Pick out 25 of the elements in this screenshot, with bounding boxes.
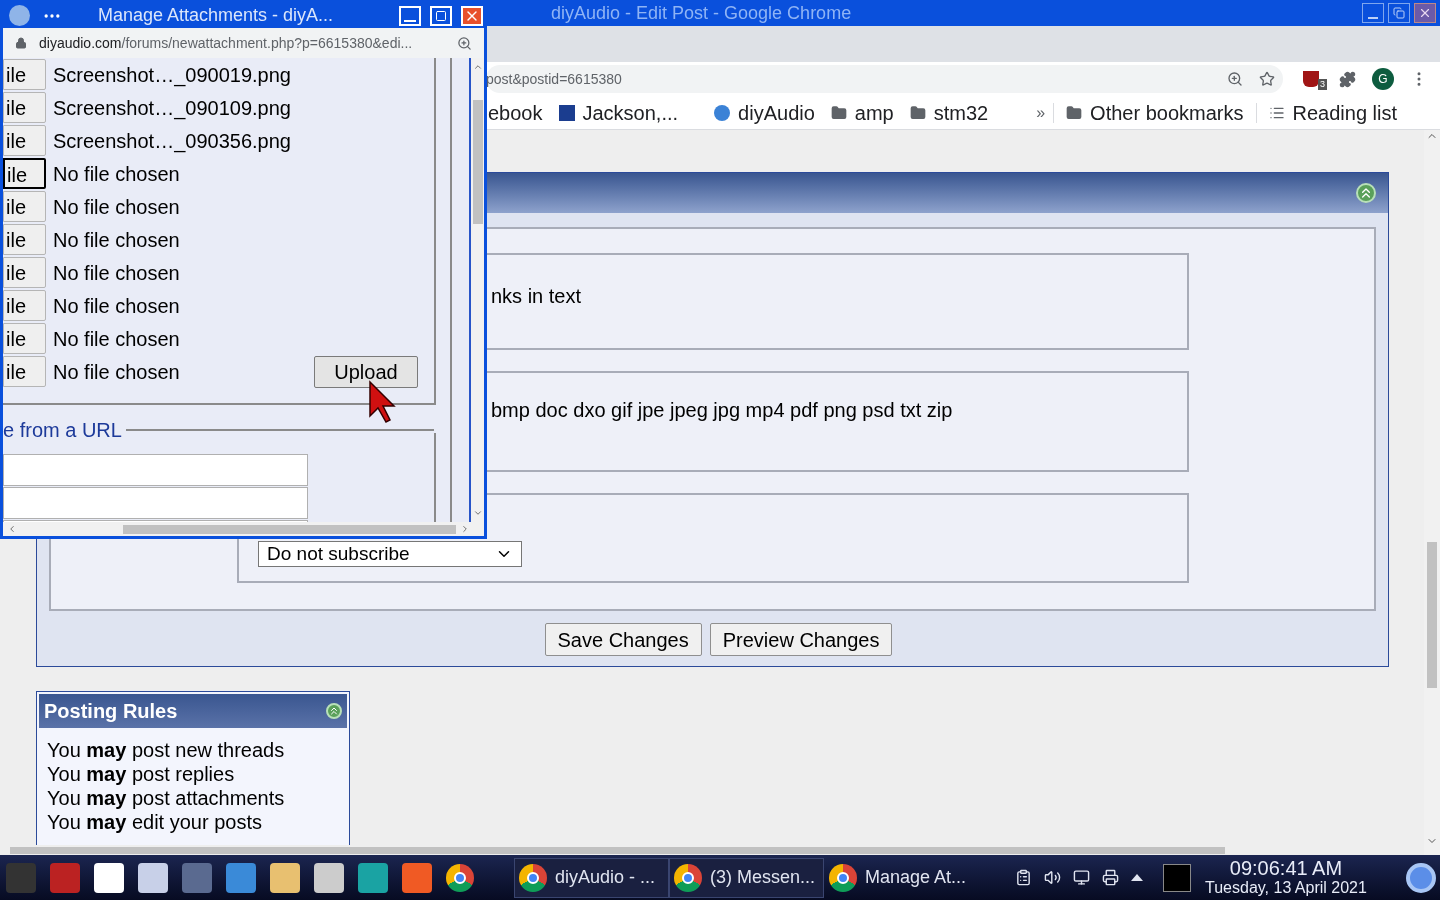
posting-rule: You may post new threads (47, 738, 286, 762)
extension-badge: 3 (1318, 79, 1327, 90)
popup-title: Manage Attachments - diyA... (98, 4, 334, 27)
file-name: No file chosen (53, 293, 180, 319)
fieldset-text: nks in text (490, 285, 582, 307)
file-name: Screenshot…_090109.png (53, 95, 291, 122)
clock-date: Tuesday, 13 April 2021 (1205, 877, 1367, 898)
posting-rule: You may post attachments (47, 786, 286, 810)
file-name: No file chosen (53, 161, 180, 187)
file-name: No file chosen (53, 326, 180, 352)
address-text: post&postid=6615380 (486, 69, 622, 89)
file-name: No file chosen (53, 359, 180, 385)
fieldset-text: bmp doc dxo gif jpe jpeg jpg mp4 pdf png psd txt zip (490, 399, 953, 421)
file-name: Screenshot…_090356.png (53, 128, 291, 155)
popup-address-text: diyaudio.com/forums/newattachment.php?p=6615380&edi... (39, 33, 413, 53)
file-name: No file chosen (53, 260, 180, 286)
url-fieldset-legend: e from a URL (3, 415, 122, 445)
clock-time: 09:06:41 AM (1229, 857, 1343, 878)
file-name: No file chosen (53, 194, 180, 220)
posting-rules-title: Posting Rules (44, 699, 178, 724)
file-name: Screenshot…_090019.png (53, 62, 291, 89)
window-title: diyAudio - Edit Post - Google Chrome (551, 1, 852, 25)
posting-rule: You may post replies (47, 762, 236, 786)
file-name: No file chosen (53, 227, 180, 253)
posting-rule: You may edit your posts (47, 810, 263, 834)
